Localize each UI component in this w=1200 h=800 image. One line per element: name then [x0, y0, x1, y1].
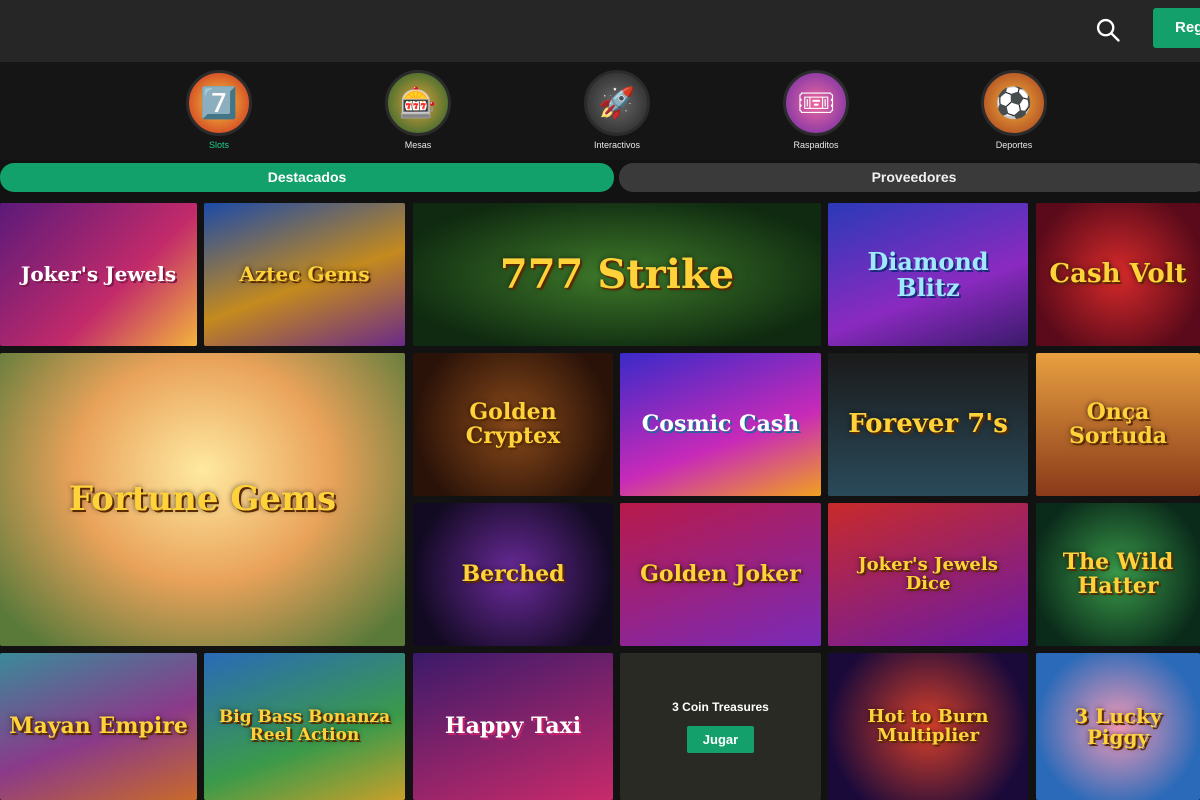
game-title: Diamond Blitz — [867, 247, 989, 302]
game-tile[interactable]: Golden Joker — [620, 503, 821, 646]
game-tile[interactable]: Berched — [413, 503, 613, 646]
game-title: 777 Strike — [499, 250, 735, 298]
game-title: Cosmic Cash — [641, 410, 800, 437]
game-tile[interactable]: Mayan Empire — [0, 653, 197, 800]
lobby-tabs: Destacados Proveedores — [0, 163, 1200, 192]
rocket-icon: 🚀 — [584, 70, 650, 136]
game-tile[interactable]: Aztec Gems — [204, 203, 405, 346]
game-title: 3 Lucky Piggy — [1074, 703, 1162, 749]
category-slots[interactable]: 7️⃣ Slots — [174, 70, 264, 158]
game-title: 3 Coin Treasures — [672, 700, 769, 714]
game-title: Berched — [461, 560, 565, 587]
game-title: Joker's Jewels Dice — [858, 553, 998, 594]
game-tile[interactable]: Hot to Burn Multiplier — [828, 653, 1028, 800]
game-title: Onça Sortuda — [1069, 399, 1167, 449]
category-label: Slots — [208, 140, 229, 150]
tab-providers[interactable]: Proveedores — [619, 163, 1200, 192]
game-tile[interactable]: 3 Lucky Piggy — [1036, 653, 1200, 800]
top-header: Reg — [0, 0, 1200, 62]
game-title: The Wild Hatter — [1062, 549, 1174, 599]
game-tile[interactable]: Happy Taxi — [413, 653, 613, 800]
category-label: Mesas — [404, 140, 432, 150]
category-label: Interactivos — [593, 140, 641, 150]
category-label: Deportes — [995, 140, 1033, 150]
game-title: Mayan Empire — [9, 712, 188, 739]
game-tile[interactable]: 777 Strike — [413, 203, 821, 346]
game-title: Cash Volt — [1049, 258, 1187, 289]
roulette-icon: 🎰 — [385, 70, 451, 136]
game-tile[interactable]: Joker's Jewels — [0, 203, 197, 346]
game-tile[interactable]: Forever 7's — [828, 353, 1028, 496]
category-raspaditos[interactable]: 🎟 Raspaditos — [771, 70, 861, 158]
category-interactivos[interactable]: 🚀 Interactivos — [572, 70, 662, 158]
game-tile[interactable]: Joker's Jewels Dice — [828, 503, 1028, 646]
play-button[interactable]: Jugar — [686, 726, 755, 753]
game-title: Hot to Burn Multiplier — [867, 705, 989, 746]
slot-machine-icon: 7️⃣ — [186, 70, 252, 136]
game-title: Golden Cryptex — [465, 399, 561, 449]
game-grid: Joker's Jewels Aztec Gems 777 Strike Dia… — [0, 203, 1200, 800]
game-title: Golden Joker — [640, 560, 801, 587]
scratch-card-icon: 🎟 — [783, 70, 849, 136]
soccer-ball-icon: ⚽ — [981, 70, 1047, 136]
game-tile[interactable]: 3 Coin Treasures Jugar — [620, 653, 821, 800]
game-title: Aztec Gems — [239, 262, 370, 286]
game-tile[interactable]: Cash Volt — [1036, 203, 1200, 346]
game-tile[interactable]: Fortune Gems — [0, 353, 405, 646]
game-tile[interactable]: Diamond Blitz — [828, 203, 1028, 346]
game-title: Forever 7's — [848, 408, 1008, 439]
game-tile[interactable]: Golden Cryptex — [413, 353, 613, 496]
category-deportes[interactable]: ⚽ Deportes — [969, 70, 1059, 158]
game-title: Fortune Gems — [68, 478, 337, 519]
game-title: Happy Taxi — [444, 712, 582, 739]
tab-featured[interactable]: Destacados — [0, 163, 614, 192]
category-bar: 7️⃣ Slots 🎰 Mesas 🚀 Interactivos 🎟 Raspa… — [0, 62, 1200, 160]
category-label: Raspaditos — [793, 140, 839, 150]
game-title: Joker's Jewels — [20, 262, 177, 286]
game-tile[interactable]: Onça Sortuda — [1036, 353, 1200, 496]
category-mesas[interactable]: 🎰 Mesas — [373, 70, 463, 158]
register-button[interactable]: Reg — [1153, 8, 1200, 48]
search-icon[interactable] — [1094, 16, 1122, 44]
game-title: Big Bass Bonanza Reel Action — [218, 706, 391, 745]
game-tile[interactable]: Cosmic Cash — [620, 353, 821, 496]
game-tile[interactable]: Big Bass Bonanza Reel Action — [204, 653, 405, 800]
game-tile[interactable]: The Wild Hatter — [1036, 503, 1200, 646]
